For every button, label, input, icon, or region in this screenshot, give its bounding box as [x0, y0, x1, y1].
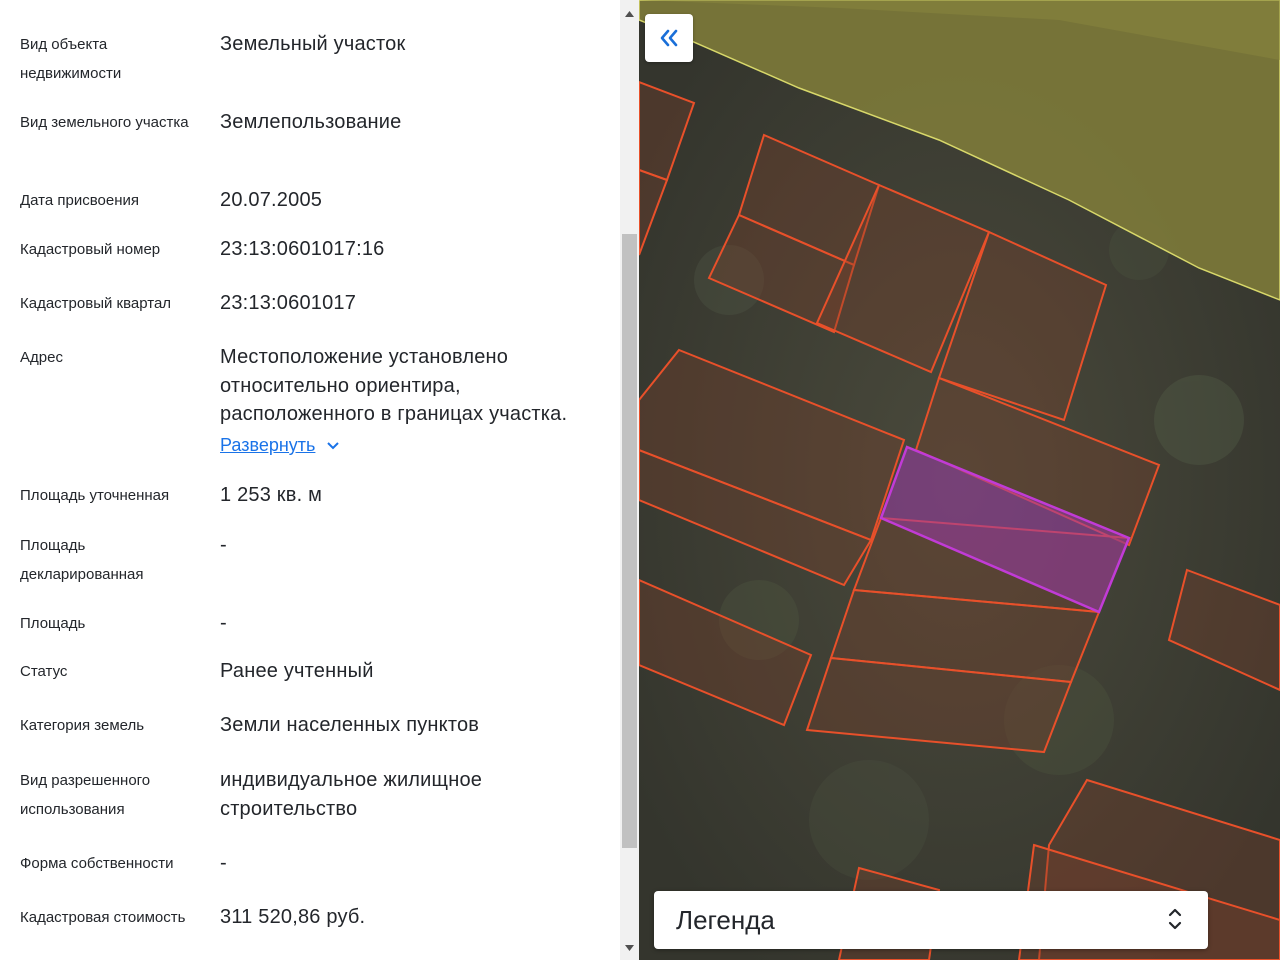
property-label: Кадастровый квартал — [20, 295, 172, 312]
property-label: Вид разрешенного использования — [20, 772, 151, 818]
scrollbar[interactable] — [620, 0, 639, 960]
double-chevron-left-icon — [660, 29, 678, 47]
scroll-up-arrow-icon[interactable] — [620, 6, 639, 22]
cadastral-map[interactable]: Легенда — [639, 0, 1280, 960]
property-label: Вид земельного участка — [20, 114, 189, 131]
property-value: 23:13:0601017 — [220, 292, 357, 314]
chevron-down-icon — [327, 442, 340, 450]
property-label: Форма собственности — [20, 855, 174, 872]
property-label: Категория земель — [20, 717, 145, 734]
property-label: Адрес — [20, 349, 63, 366]
property-value: 1 253 кв. м — [220, 484, 323, 506]
property-value: 20.07.2005 — [220, 189, 323, 211]
scrollbar-thumb[interactable] — [622, 234, 637, 848]
collapse-panel-button[interactable] — [645, 14, 693, 62]
up-down-chevron-icon[interactable] — [1168, 906, 1182, 937]
property-label: Кадастровый номер — [20, 241, 161, 258]
expand-address-link[interactable]: Развернуть — [220, 433, 340, 457]
property-value: Землепользование — [220, 111, 402, 133]
scroll-down-arrow-icon[interactable] — [620, 940, 639, 956]
legend-title: Легенда — [676, 905, 775, 935]
property-label: Площадь декларированная — [20, 537, 144, 583]
property-label: Вид объекта недвижимости — [20, 36, 122, 82]
property-value: 23:13:0601017:16 — [220, 238, 385, 260]
map-canvas[interactable] — [639, 0, 1280, 960]
property-label: Площадь — [20, 615, 86, 632]
property-label: Площадь уточненная — [20, 487, 170, 504]
expand-label: Развернуть — [220, 435, 316, 455]
property-value: - — [220, 534, 227, 556]
property-value: Ранее учтенный — [220, 660, 374, 682]
property-label: Дата присвоения — [20, 192, 139, 209]
property-details-panel: Вид объекта недвижимости Земельный участ… — [0, 0, 620, 960]
property-value: Земельный участок — [220, 33, 406, 55]
legend-panel[interactable]: Легенда — [654, 891, 1208, 949]
property-label: Кадастровая стоимость — [20, 909, 186, 926]
property-value: индивидуальное жилищное строительство — [220, 769, 483, 820]
property-value: Земли населенных пунктов — [220, 714, 480, 736]
property-value: - — [220, 612, 227, 634]
property-value: - — [220, 852, 227, 874]
property-value: Местоположение установлено относительно … — [220, 346, 568, 425]
property-label: Статус — [20, 663, 68, 680]
property-value: 311 520,86 руб. — [220, 906, 366, 928]
